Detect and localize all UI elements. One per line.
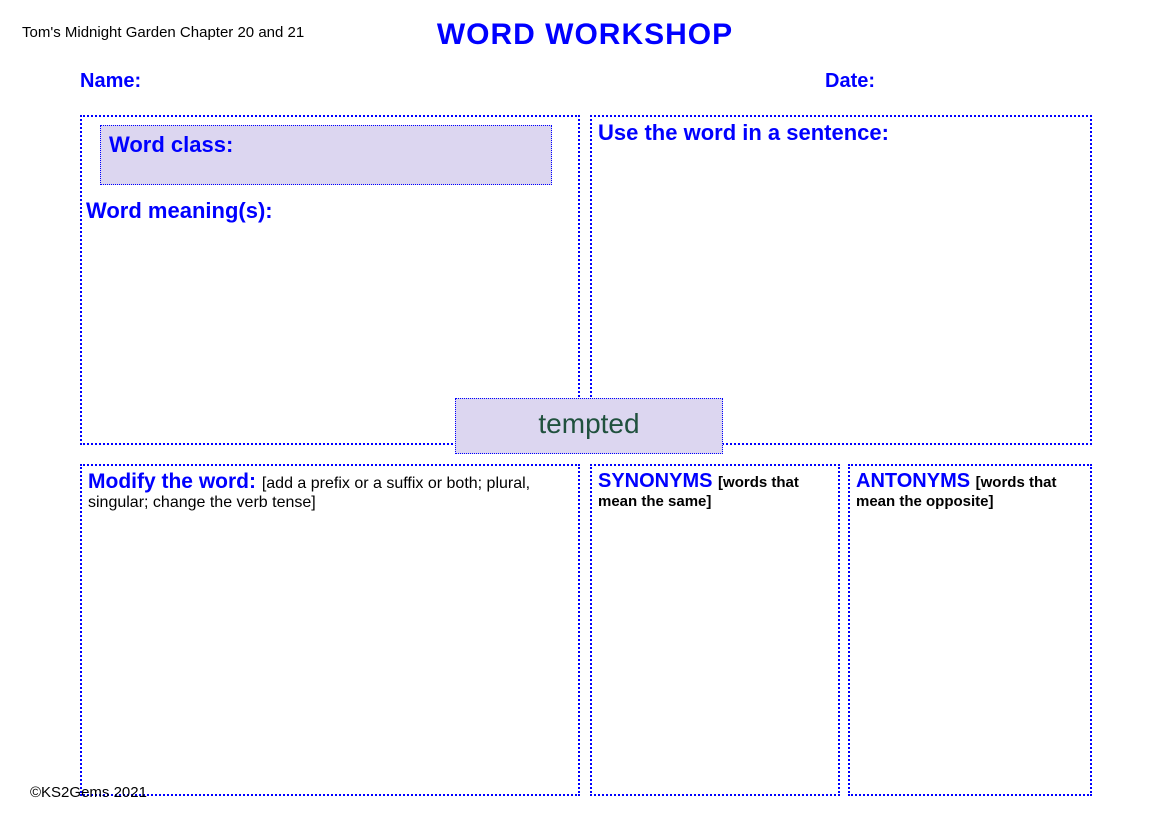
antonyms-box — [848, 464, 1092, 796]
page-title: WORD WORKSHOP — [0, 18, 1170, 52]
center-word: tempted — [455, 398, 723, 454]
synonyms-label: SYNONYMS — [598, 470, 718, 492]
sentence-box — [590, 115, 1092, 445]
modify-container: Modify the word: [add a prefix or a suff… — [88, 470, 568, 512]
modify-label: Modify the word: — [88, 470, 262, 493]
name-label: Name: — [80, 70, 141, 93]
wordmeaning-label: Word meaning(s): — [86, 198, 273, 224]
copyright: ©KS2Gems 2021 — [30, 784, 147, 801]
modify-box — [80, 464, 580, 796]
synonyms-container: SYNONYMS [words that mean the same] — [598, 470, 834, 511]
antonyms-label: ANTONYMS — [856, 470, 976, 492]
antonyms-container: ANTONYMS [words that mean the opposite] — [856, 470, 1086, 511]
date-label: Date: — [825, 70, 875, 93]
wordclass-highlight: Word class: — [100, 125, 552, 185]
wordclass-label: Word class: — [109, 132, 233, 157]
synonyms-box — [590, 464, 840, 796]
sentence-label: Use the word in a sentence: — [598, 120, 889, 146]
